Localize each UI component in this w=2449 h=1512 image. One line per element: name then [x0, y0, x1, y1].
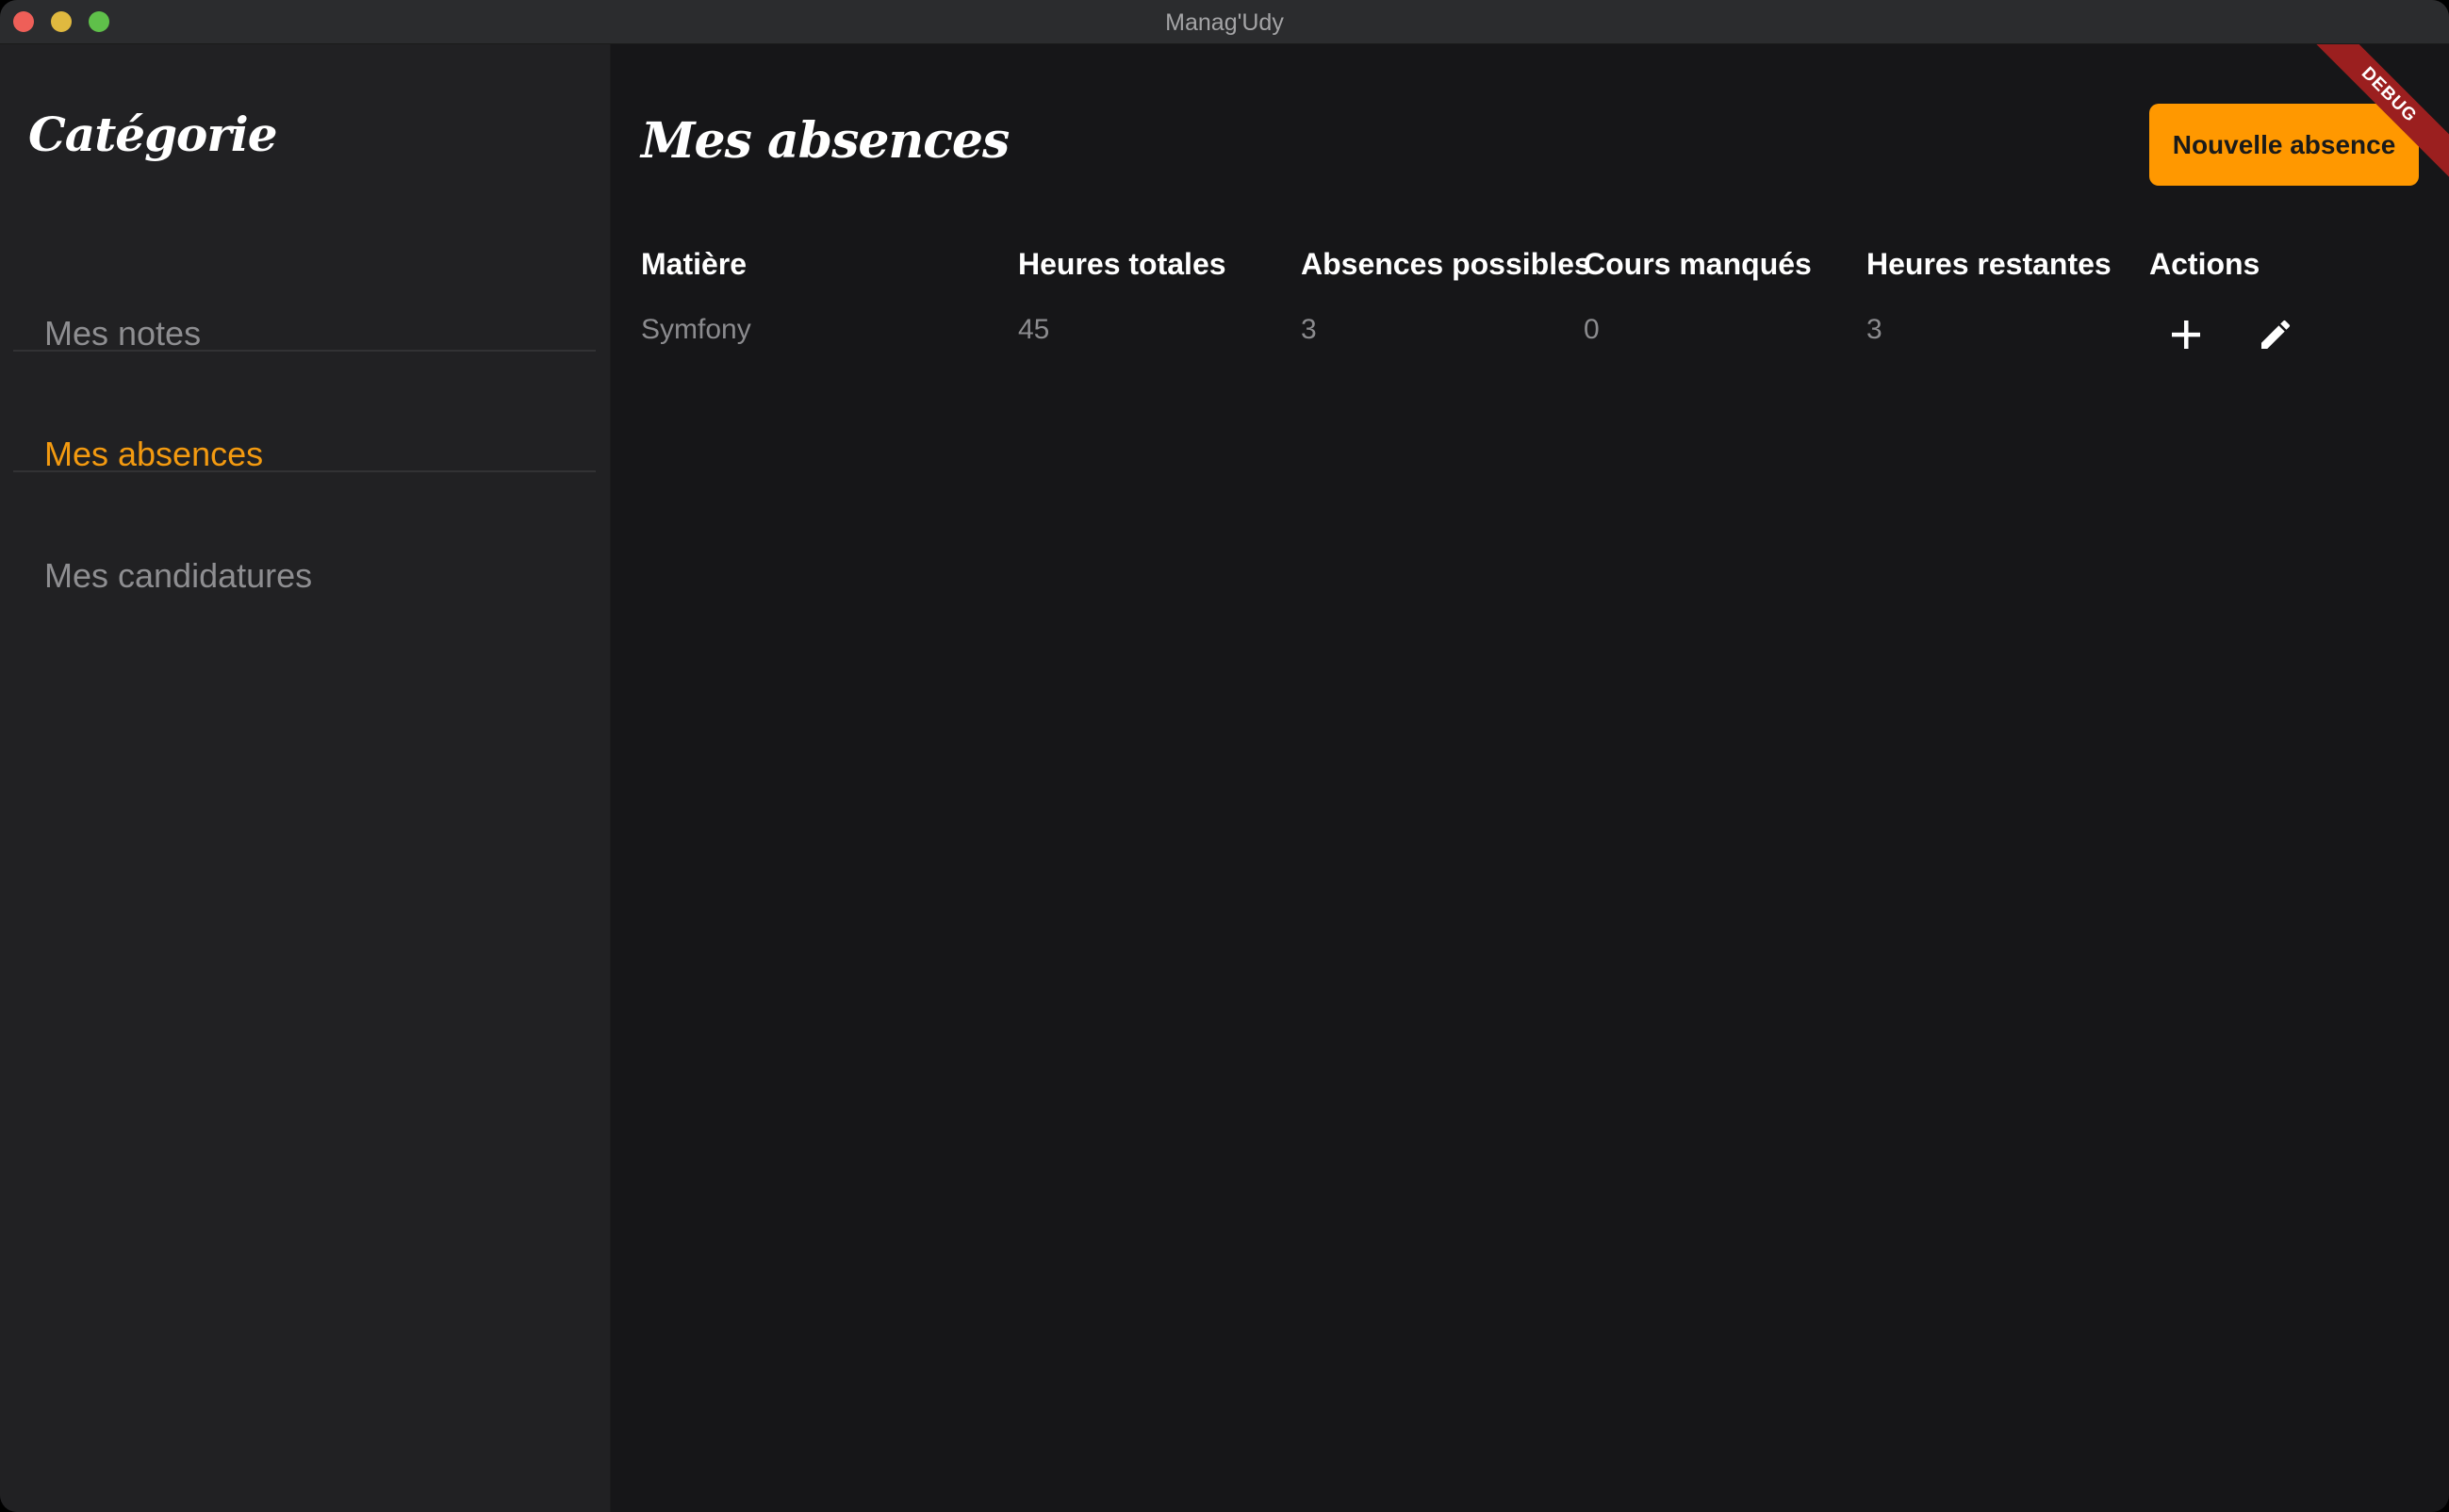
column-header-matiere: Matière	[641, 247, 748, 281]
window-title: Manag'Udy	[1165, 9, 1284, 36]
sidebar-divider	[13, 470, 596, 472]
title-bar: Manag'Udy	[0, 0, 2449, 44]
cell-cours-manques: 0	[1584, 314, 1600, 345]
sidebar-item-absences[interactable]: Mes absences	[13, 395, 596, 515]
column-header-absences-possibles: Absences possibles	[1301, 247, 1591, 281]
edit-absence-button[interactable]	[2249, 308, 2302, 361]
sidebar-divider	[13, 350, 596, 352]
column-header-cours-manques: Cours manqués	[1584, 247, 1812, 281]
sidebar-item-candidatures[interactable]: Mes candidatures	[13, 517, 596, 636]
sidebar: Catégorie Mes notes Mes absences Mes can…	[0, 44, 611, 1512]
add-absence-button[interactable]	[2160, 308, 2212, 361]
sidebar-title: Catégorie	[28, 107, 278, 162]
debug-badge-label: DEBUG	[2308, 44, 2449, 180]
cell-heures-totales: 45	[1018, 314, 1050, 345]
edit-icon	[2261, 320, 2291, 349]
sidebar-item-notes[interactable]: Mes notes	[13, 274, 596, 394]
sidebar-item-label: Mes candidatures	[44, 556, 313, 595]
sidebar-item-label: Mes absences	[44, 435, 264, 473]
cell-matiere: Symfony	[641, 314, 751, 345]
column-header-heures-totales: Heures totales	[1018, 247, 1226, 281]
add-icon	[2172, 320, 2200, 349]
app-window: Manag'Udy Catégorie Mes notes Mes absenc…	[0, 0, 2449, 1512]
debug-ribbon: DEBUG	[2308, 44, 2449, 186]
column-header-actions: Actions	[2149, 247, 2260, 281]
sidebar-item-label: Mes notes	[44, 314, 202, 353]
column-header-heures-restantes: Heures restantes	[1866, 247, 2112, 281]
main-content: Mes absences Nouvelle absence Matière He…	[611, 44, 2449, 1512]
cell-heures-restantes: 3	[1866, 314, 1882, 345]
cell-absences-possibles: 3	[1301, 314, 1317, 345]
page-title: Mes absences	[641, 112, 1010, 170]
